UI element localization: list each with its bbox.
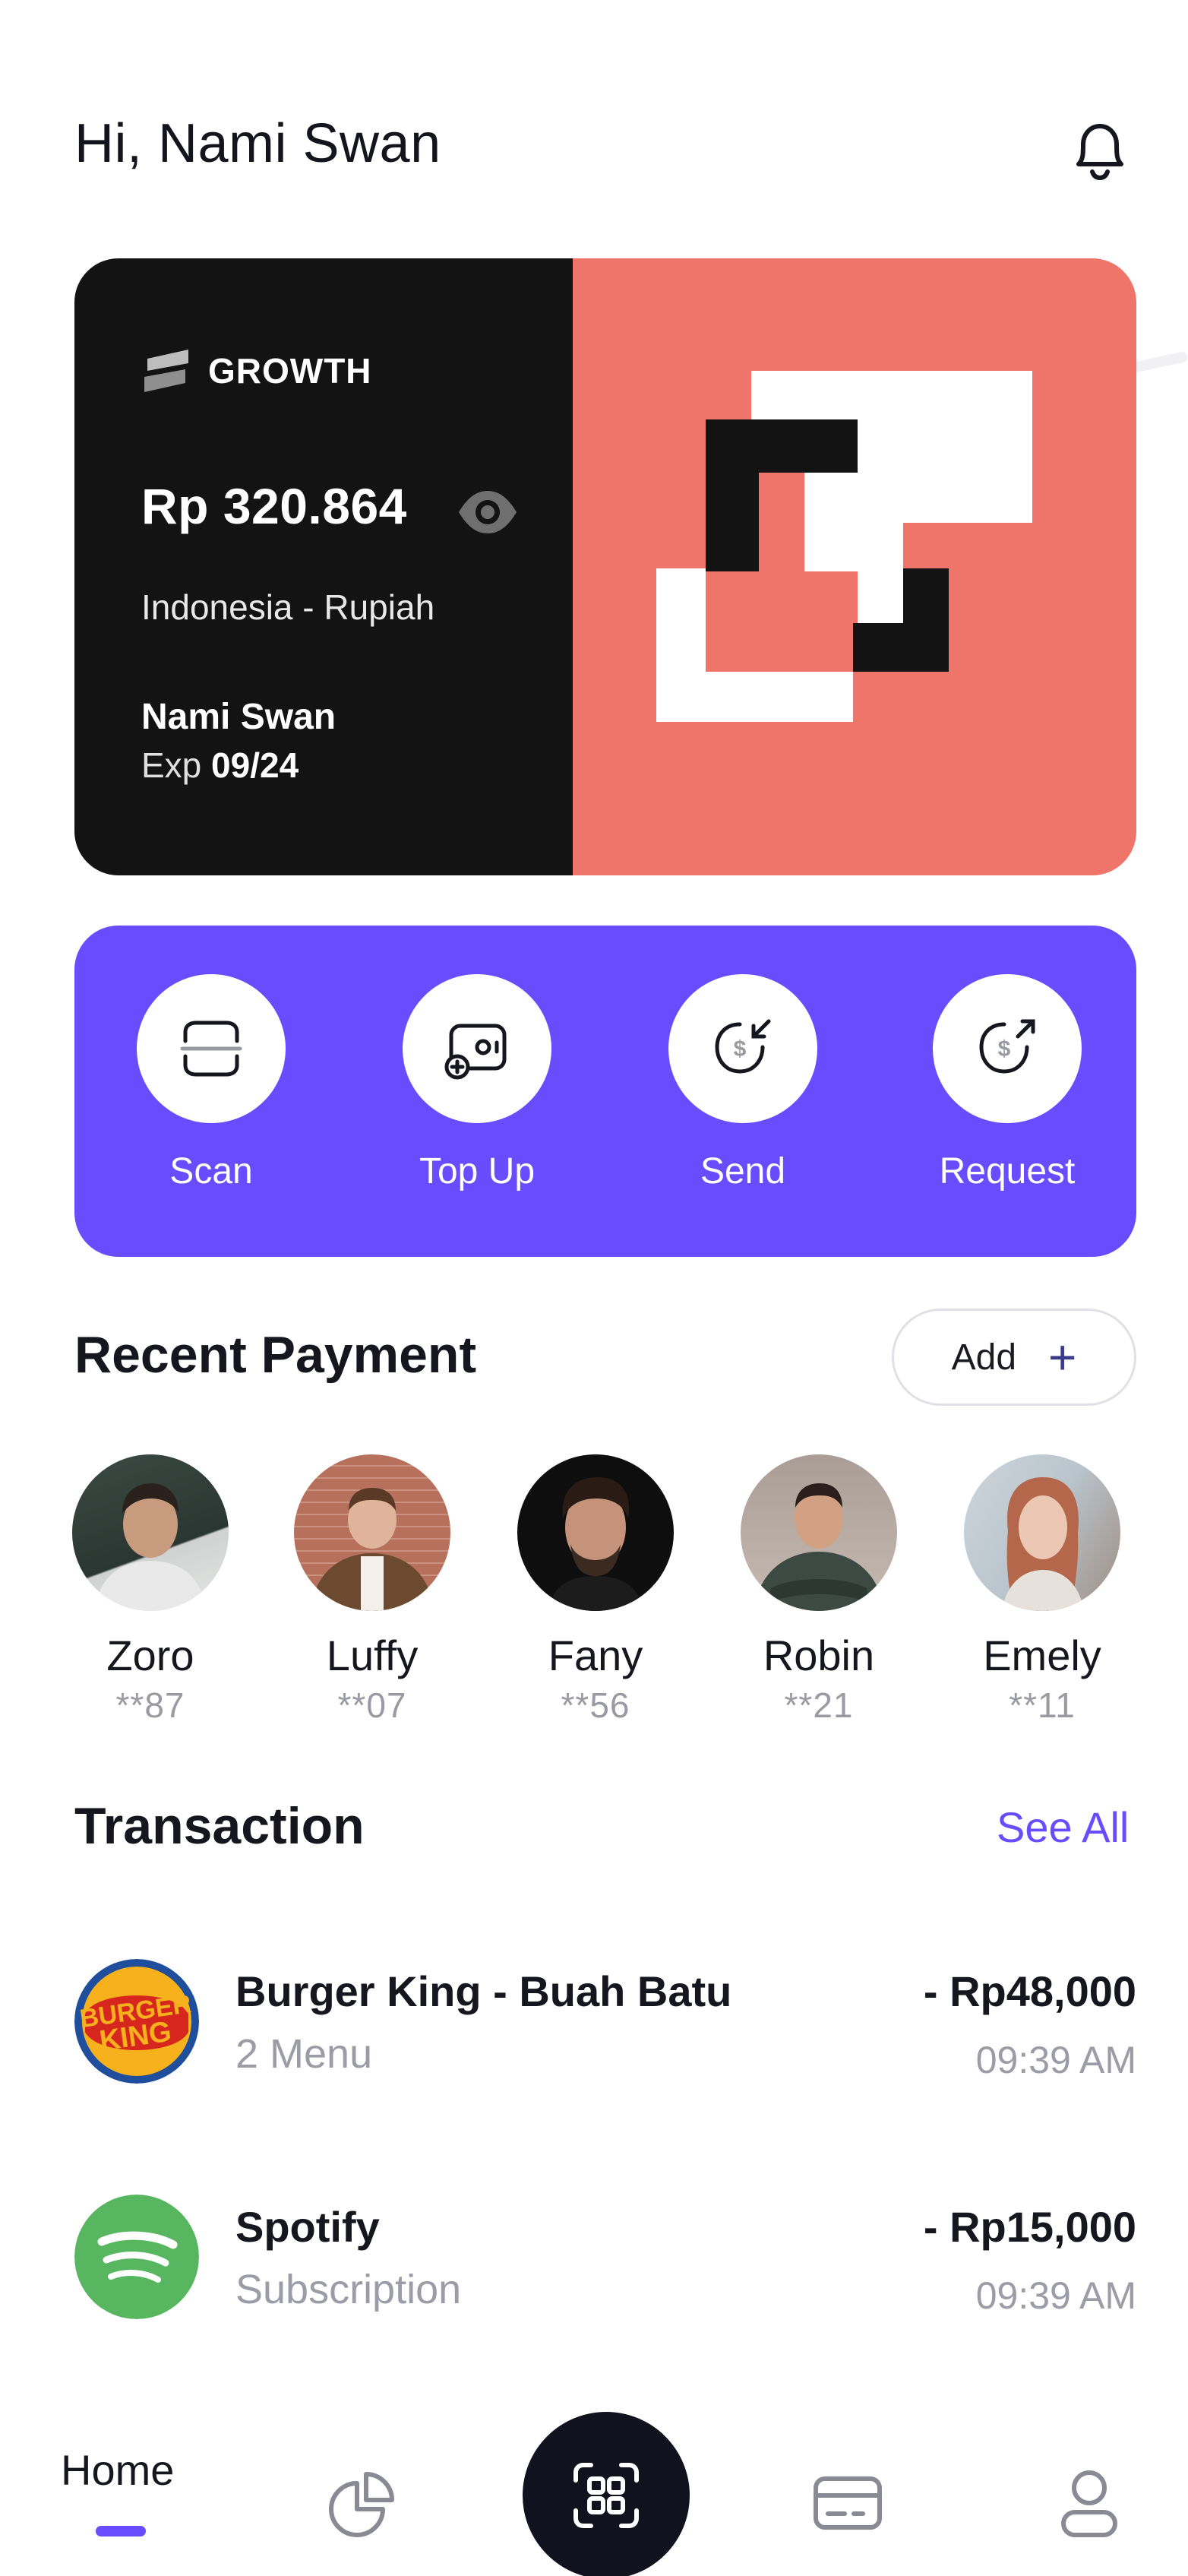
- avatar: [517, 1454, 674, 1611]
- contact-name: Robin: [763, 1631, 875, 1679]
- contact-name: Luffy: [326, 1631, 419, 1679]
- card-info-panel: GROWTH Rp 320.864 Indonesia - Rupiah Nam…: [74, 258, 573, 875]
- see-all-link[interactable]: See All: [997, 1802, 1129, 1852]
- transaction-row[interactable]: BURGER KING Burger King - Buah Batu 2 Me…: [74, 1959, 1136, 2088]
- transaction-name: Burger King - Buah Batu: [235, 1967, 732, 2015]
- transaction-row[interactable]: Spotify Subscription - Rp15,000 09:39 AM: [74, 2195, 1136, 2324]
- request-money-icon[interactable]: $: [933, 974, 1082, 1123]
- contact-item[interactable]: Luffy **07: [273, 1454, 471, 1726]
- contact-item[interactable]: Robin **21: [720, 1454, 918, 1726]
- card-currency: Indonesia - Rupiah: [141, 587, 435, 627]
- bottom-navigation: Home: [0, 2371, 1188, 2576]
- contact-item[interactable]: Zoro **87: [52, 1454, 249, 1726]
- recent-contacts-list: Zoro **87 Luffy **07 Fany **56 Robin **2…: [72, 1454, 1136, 1743]
- contact-name: Zoro: [106, 1631, 194, 1679]
- avatar: [741, 1454, 897, 1611]
- contact-number: **56: [561, 1685, 630, 1725]
- transaction-time: 09:39 AM: [975, 2039, 1136, 2081]
- contact-number: **87: [115, 1685, 185, 1725]
- growth-logo-icon: [144, 350, 188, 392]
- contact-number: **21: [784, 1685, 854, 1725]
- send-action[interactable]: $ Send: [667, 974, 819, 1192]
- scan-label: Scan: [169, 1151, 253, 1191]
- card-pattern-graphic: [656, 371, 1032, 722]
- nav-active-indicator: [96, 2526, 146, 2536]
- contact-number: **11: [1009, 1685, 1076, 1725]
- greeting-text: Hi, Nami Swan: [74, 113, 441, 174]
- card-holder: Nami Swan: [141, 697, 336, 737]
- transaction-name: Spotify: [235, 2203, 380, 2251]
- brand-name: GROWTH: [208, 351, 372, 391]
- card-icon[interactable]: [810, 2465, 886, 2541]
- top-up-action[interactable]: Top Up: [401, 974, 553, 1192]
- card-balance: Rp 320.864: [141, 478, 407, 534]
- card-pattern-panel: [573, 258, 1136, 875]
- scan-icon[interactable]: [137, 974, 286, 1123]
- wallet-card[interactable]: GROWTH Rp 320.864 Indonesia - Rupiah Nam…: [74, 258, 1136, 875]
- svg-text:$: $: [998, 1036, 1011, 1062]
- contact-item[interactable]: Fany **56: [497, 1454, 694, 1726]
- transaction-amount: - Rp48,000: [923, 1967, 1136, 2015]
- avatar: [294, 1454, 450, 1611]
- exp-label: Exp: [141, 745, 202, 785]
- card-brand: GROWTH: [141, 348, 372, 394]
- bell-icon[interactable]: [1063, 114, 1136, 187]
- add-button-label: Add: [951, 1337, 1017, 1378]
- contact-name: Fany: [548, 1631, 643, 1679]
- send-money-icon[interactable]: $: [668, 974, 817, 1123]
- qr-scan-button[interactable]: [523, 2412, 690, 2576]
- request-action[interactable]: $ Request: [931, 974, 1083, 1192]
- svg-text:$: $: [734, 1036, 747, 1062]
- transaction-amount: - Rp15,000: [923, 2203, 1136, 2251]
- eye-icon[interactable]: [456, 480, 520, 544]
- nav-home-tab[interactable]: Home: [61, 2445, 174, 2495]
- transaction-title: Transaction: [74, 1797, 365, 1855]
- avatar: [72, 1454, 229, 1611]
- contact-number: **07: [337, 1685, 407, 1725]
- contact-name: Emely: [983, 1631, 1101, 1679]
- contact-item[interactable]: Emely **11: [943, 1454, 1141, 1726]
- exp-value: 09/24: [211, 745, 299, 785]
- send-label: Send: [700, 1151, 786, 1191]
- transaction-subtitle: 2 Menu: [235, 2031, 373, 2077]
- pie-chart-icon[interactable]: [325, 2465, 401, 2541]
- avatar: [964, 1454, 1120, 1611]
- qr-code-icon: [573, 2463, 639, 2528]
- transaction-subtitle: Subscription: [235, 2267, 462, 2312]
- card-expiry: Exp 09/24: [141, 745, 299, 786]
- transaction-time: 09:39 AM: [975, 2274, 1136, 2317]
- request-label: Request: [939, 1151, 1076, 1191]
- scan-action[interactable]: Scan: [135, 974, 287, 1192]
- burger-king-logo: BURGER KING: [74, 1959, 199, 2084]
- add-contact-button[interactable]: Add +: [892, 1309, 1136, 1406]
- quick-actions-panel: Scan Top Up $ Send $ Request: [74, 926, 1136, 1257]
- spotify-logo: [74, 2195, 199, 2319]
- top-up-label: Top Up: [419, 1151, 536, 1191]
- recent-payment-title: Recent Payment: [74, 1326, 477, 1384]
- top-up-icon[interactable]: [403, 974, 551, 1123]
- plus-icon: +: [1048, 1330, 1077, 1385]
- profile-icon[interactable]: [1051, 2465, 1127, 2541]
